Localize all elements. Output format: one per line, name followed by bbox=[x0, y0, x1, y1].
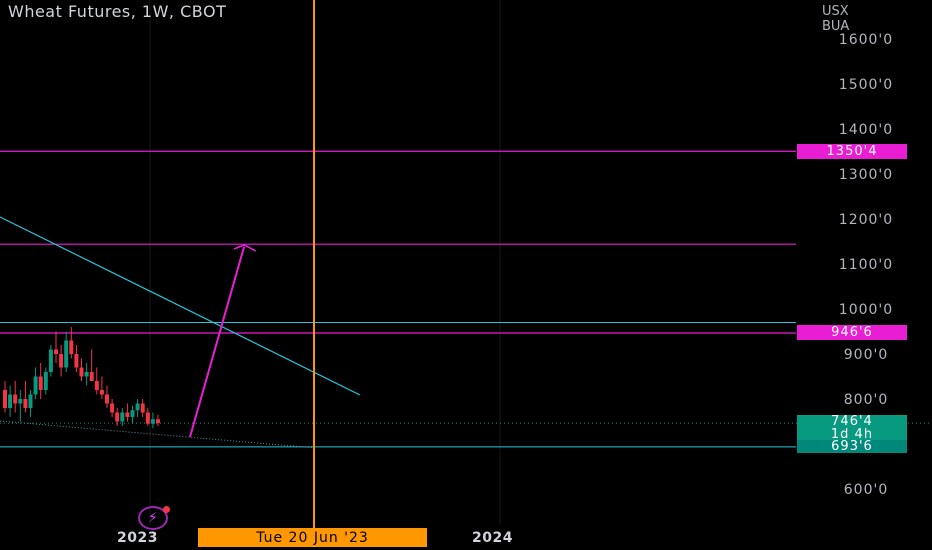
candle-body bbox=[140, 403, 145, 413]
candlestick-series bbox=[3, 327, 160, 429]
candle-body bbox=[79, 367, 84, 377]
y-tick-label: 1200'0 bbox=[839, 212, 893, 228]
bolt-icon: ⚡ bbox=[148, 510, 158, 526]
y-tick-label: 600'0 bbox=[844, 482, 888, 498]
candle-body bbox=[115, 412, 120, 422]
candle-body bbox=[13, 394, 18, 404]
y-tick-label: 1400'0 bbox=[839, 122, 893, 138]
chart-title[interactable]: Wheat Futures, 1W, CBOT bbox=[8, 2, 226, 21]
candle-body bbox=[54, 349, 58, 354]
candle-body bbox=[59, 354, 64, 368]
x-tick-2024: 2024 bbox=[472, 530, 513, 546]
candle-body bbox=[84, 372, 89, 377]
candle-body bbox=[150, 419, 155, 424]
drawings bbox=[0, 0, 361, 528]
y-tick-label: 1600'0 bbox=[839, 32, 893, 48]
candle-body bbox=[110, 403, 115, 413]
currency-line-1: USX bbox=[822, 4, 849, 19]
candle-body bbox=[74, 354, 79, 368]
y-tick-label: 1500'0 bbox=[839, 77, 893, 93]
candle-body bbox=[69, 340, 74, 354]
candle-body bbox=[43, 372, 48, 390]
currency-unit: USX BUA bbox=[822, 4, 849, 34]
price-chart[interactable]: 1600'0 1500'0 1400'0 1300'0 1200'0 1100'0 1000… bbox=[0, 0, 932, 550]
candle-body bbox=[156, 419, 160, 424]
candle-body bbox=[38, 376, 43, 390]
level-badge-mid[interactable]: 946'6 bbox=[797, 325, 907, 340]
candle-body bbox=[99, 390, 104, 395]
candle-body bbox=[105, 394, 109, 404]
candle-body bbox=[23, 399, 28, 408]
level-badge-lower[interactable]: 693'6 bbox=[797, 440, 907, 453]
y-tick-label: 1100'0 bbox=[839, 257, 893, 273]
projection-arrow bbox=[189, 246, 245, 438]
candle-body bbox=[8, 394, 13, 408]
candle-body bbox=[18, 399, 23, 404]
candle-body bbox=[135, 403, 140, 411]
notification-dot bbox=[163, 506, 170, 513]
candle-body bbox=[94, 381, 99, 390]
candle-body bbox=[64, 340, 69, 368]
y-tick-label: 1000'0 bbox=[839, 302, 893, 318]
crosshair-date-label: Tue 20 Jun '23 bbox=[198, 528, 427, 547]
candle-body bbox=[89, 372, 94, 381]
x-tick-2023: 2023 bbox=[117, 530, 158, 546]
candle-body bbox=[33, 376, 38, 395]
horizontal-levels bbox=[0, 150, 932, 448]
candle-body bbox=[28, 394, 33, 408]
candle-body bbox=[145, 412, 150, 424]
candle-body bbox=[120, 412, 125, 422]
y-tick-label: 1300'0 bbox=[839, 167, 893, 183]
arrow-head-icon bbox=[233, 244, 257, 252]
tradingview-logo-icon[interactable]: ⚡ bbox=[138, 506, 170, 530]
last-price-badge[interactable]: 746'4 1d 4h bbox=[797, 415, 907, 441]
y-tick-label: 900'0 bbox=[844, 347, 888, 363]
level-badge-upper[interactable]: 1350'4 bbox=[797, 144, 907, 159]
y-tick-label: 800'0 bbox=[844, 392, 888, 408]
currency-line-2: BUA bbox=[822, 19, 850, 34]
chart-grid bbox=[149, 0, 501, 525]
candle-body bbox=[125, 412, 130, 417]
candle-body bbox=[48, 349, 53, 372]
candle-body bbox=[130, 410, 135, 417]
candle-body bbox=[3, 390, 7, 408]
